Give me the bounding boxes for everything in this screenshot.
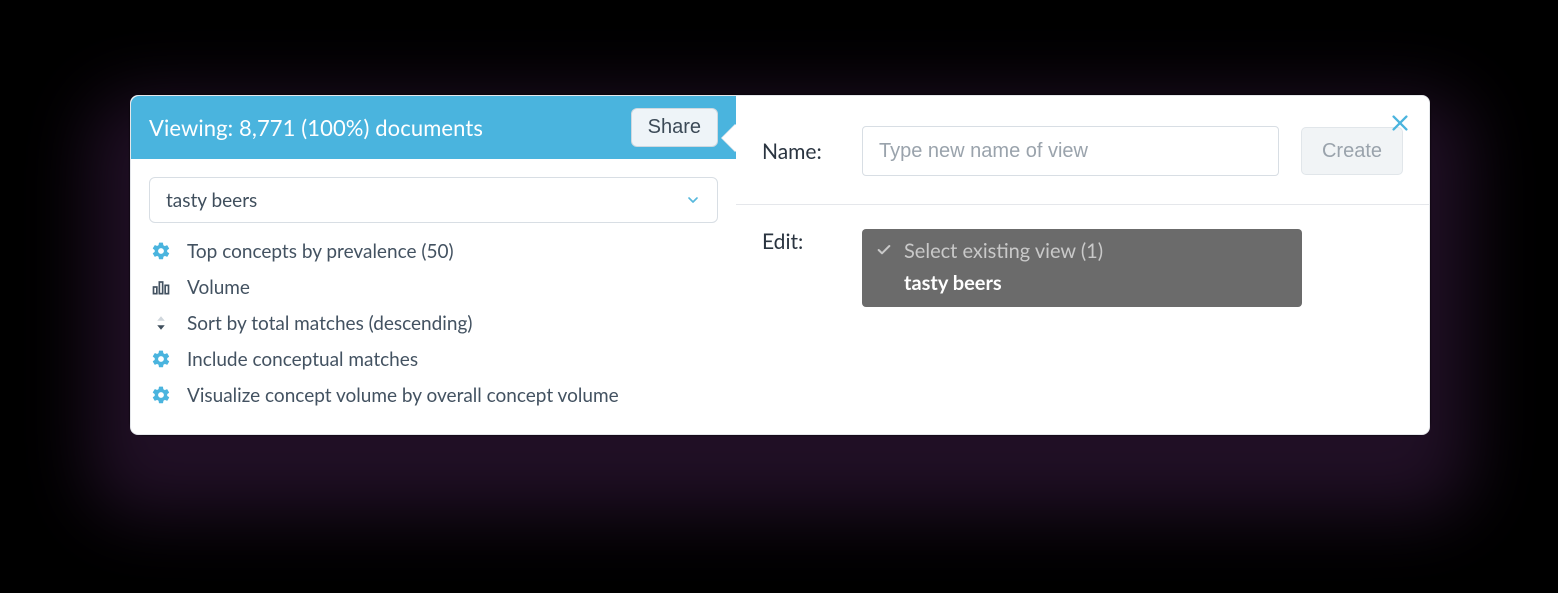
config-label: Top concepts by prevalence (50) [187,240,454,263]
name-label: Name: [762,139,840,164]
view-config-list: Top concepts by prevalence (50) Volume S… [131,231,736,427]
create-button[interactable]: Create [1301,127,1403,175]
bar-chart-icon [149,275,173,299]
edit-form-row: Edit: Select existing view (1) tasty bee… [736,205,1429,331]
config-include-conceptual[interactable]: Include conceptual matches [149,343,718,375]
sort-icon [149,311,173,335]
config-label: Sort by total matches (descending) [187,312,472,335]
share-form-panel: Name: Create Edit: Select existing view … [736,96,1429,434]
check-icon [876,239,892,263]
edit-select-placeholder[interactable]: Select existing view (1) [862,229,1302,267]
config-visualize[interactable]: Visualize concept volume by overall conc… [149,379,718,411]
gear-icon [149,383,173,407]
view-select-value: tasty beers [166,189,257,212]
config-label: Visualize concept volume by overall conc… [187,384,619,407]
config-top-concepts[interactable]: Top concepts by prevalence (50) [149,235,718,267]
name-form-row: Name: Create [736,96,1429,205]
viewing-panel: Viewing: 8,771 (100%) documents Share ta… [131,96,736,434]
edit-existing-view-select[interactable]: Select existing view (1) tasty beers [862,229,1302,307]
config-sort[interactable]: Sort by total matches (descending) [149,307,718,339]
edit-select-placeholder-text: Select existing view (1) [904,239,1103,263]
viewing-header: Viewing: 8,771 (100%) documents Share [131,96,736,159]
share-view-popover: Viewing: 8,771 (100%) documents Share ta… [130,95,1430,435]
edit-select-option[interactable]: tasty beers [862,267,1302,307]
edit-label: Edit: [762,229,840,254]
chevron-down-icon [685,192,701,208]
config-label: Include conceptual matches [187,348,418,371]
view-select[interactable]: tasty beers [149,177,718,223]
gear-icon [149,347,173,371]
config-volume-heading: Volume [149,271,718,303]
view-name-input[interactable] [862,126,1279,176]
share-button[interactable]: Share [631,108,718,147]
config-label: Volume [187,276,250,299]
viewing-summary: Viewing: 8,771 (100%) documents [149,114,483,141]
gear-icon [149,239,173,263]
close-icon[interactable] [1389,112,1411,134]
